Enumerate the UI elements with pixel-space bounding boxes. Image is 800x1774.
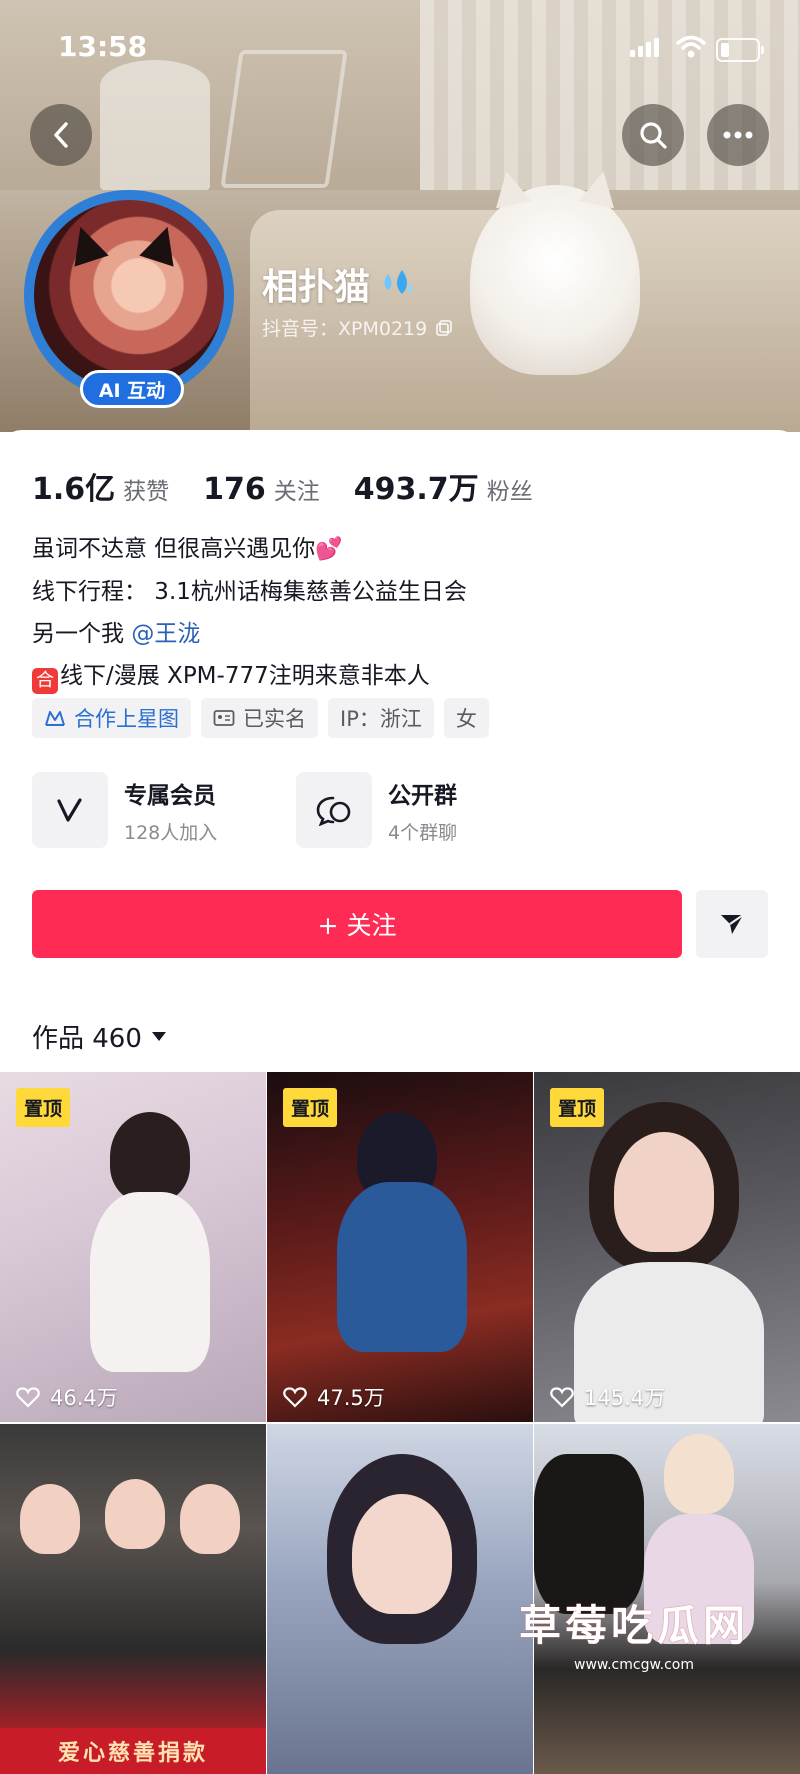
stat-likes-label: 获赞 — [123, 479, 170, 505]
chevron-left-icon — [54, 122, 68, 148]
tag-starmap[interactable]: 合作上星图 — [32, 698, 191, 738]
group-chat-icon — [316, 796, 351, 826]
video-tile[interactable]: 置顶 46.4万 — [0, 1072, 266, 1422]
site-watermark: 草莓吃瓜网 www.cmcgw.com — [504, 1592, 764, 1673]
back-button[interactable] — [30, 104, 92, 166]
id-card-icon — [213, 710, 235, 726]
stat-followers[interactable]: 493.7万 粉丝 — [354, 464, 533, 508]
profile-tags: 合作上星图 已实名 IP：浙江 女 — [32, 698, 489, 738]
douyin-id: 抖音号：XPM0219 — [262, 314, 453, 341]
pinned-badge: 置顶 — [550, 1088, 605, 1127]
feature-group-subtitle: 4个群聊 — [388, 821, 458, 844]
bio-line-3: 另一个我 @王泷 — [32, 621, 201, 647]
search-icon — [640, 122, 667, 149]
video-tile[interactable] — [267, 1424, 533, 1774]
stat-following[interactable]: 176 关注 — [203, 472, 320, 507]
battery-icon — [716, 38, 764, 62]
ai-interact-badge[interactable]: AI 互动 — [80, 370, 184, 408]
stat-following-value: 176 — [203, 472, 266, 507]
pinned-badge: 置顶 — [283, 1088, 338, 1127]
mention-link[interactable]: @王泷 — [131, 621, 200, 647]
feature-membership[interactable]: 专属会员 128人加入 — [32, 772, 268, 848]
wifi-icon — [676, 35, 706, 58]
more-dots-icon — [723, 131, 753, 139]
nickname-text: 相扑猫 — [262, 267, 371, 308]
banner-cat — [470, 185, 640, 375]
watermark-title: 草莓吃瓜网 — [518, 1601, 749, 1650]
profile-nickname: 相扑猫 — [262, 258, 416, 310]
send-arrow-icon — [721, 914, 744, 934]
feature-group-chat[interactable]: 公开群 4个群聊 — [296, 772, 532, 848]
heart-outline-icon — [16, 1387, 40, 1408]
follow-button[interactable]: + 关注 — [32, 890, 682, 958]
profile-stats: 1.6亿 获赞 176 关注 493.7万 粉丝 — [32, 464, 567, 508]
heart-outline-icon — [550, 1387, 574, 1408]
tag-verified-name[interactable]: 已实名 — [201, 698, 318, 738]
status-bar: 13:58 — [0, 24, 800, 74]
heart-outline-icon — [283, 1387, 307, 1408]
avatar[interactable] — [24, 190, 234, 400]
video-tile[interactable]: 置顶 47.5万 — [267, 1072, 533, 1422]
cellular-signal-icon — [630, 38, 659, 57]
profile-features: 专属会员 128人加入 公开群 4个群聊 — [32, 772, 532, 848]
stat-following-label: 关注 — [273, 479, 320, 505]
feature-membership-subtitle: 128人加入 — [124, 821, 218, 844]
pinned-badge: 置顶 — [16, 1088, 71, 1127]
works-tab[interactable]: 作品 460 — [32, 1018, 166, 1055]
sparkling-hearts-icon: 💕 — [315, 537, 343, 562]
works-label: 作品 460 — [32, 1024, 142, 1054]
video-tile[interactable]: 爱心慈善捐款 — [0, 1424, 266, 1774]
stat-followers-value: 493.7万 — [353, 472, 479, 507]
tag-gender: 女 — [443, 698, 489, 738]
douyin-id-text: 抖音号：XPM0219 — [262, 318, 428, 340]
starmap-icon — [45, 711, 65, 726]
profile-bio: 虽词不达意 但很高兴遇见你💕 线下行程： 3.1杭州话梅集慈善公益生日会 另一个… — [32, 528, 467, 697]
stat-likes-value: 1.6亿 — [32, 472, 116, 507]
caret-down-icon — [151, 1032, 166, 1041]
more-button[interactable] — [707, 104, 769, 166]
stat-likes[interactable]: 1.6亿 获赞 — [32, 464, 169, 508]
status-time: 13:58 — [58, 30, 148, 63]
feature-group-title: 公开群 — [388, 782, 457, 809]
he-character-icon: 合 — [32, 668, 58, 694]
video-likes: 145.4万 — [550, 1382, 665, 1412]
tag-ip-location: IP：浙江 — [328, 698, 434, 738]
watermark-url: www.cmcgw.com — [574, 1657, 694, 1673]
sweat-drops-icon — [384, 270, 413, 294]
video-likes: 46.4万 — [16, 1382, 118, 1412]
copy-icon[interactable] — [435, 319, 453, 337]
feature-membership-title: 专属会员 — [124, 782, 216, 809]
charity-caption: 爱心慈善捐款 — [0, 1728, 266, 1774]
stat-followers-label: 粉丝 — [486, 479, 533, 505]
bio-line-4: 合线下/漫展 XPM-777注明来意非本人 — [32, 655, 467, 697]
avatar-image — [34, 200, 224, 390]
bio-line-2: 线下行程： 3.1杭州话梅集慈善公益生日会 — [32, 579, 467, 605]
banner-table — [100, 60, 210, 190]
share-button[interactable] — [696, 890, 768, 958]
profile-card: 1.6亿 获赞 176 关注 493.7万 粉丝 虽词不达意 但很高兴遇见你💕 … — [0, 430, 800, 1774]
search-button[interactable] — [622, 104, 684, 166]
video-likes: 47.5万 — [283, 1382, 385, 1412]
membership-v-icon — [57, 798, 82, 822]
video-tile[interactable]: 置顶 145.4万 — [534, 1072, 800, 1422]
bio-line-1: 虽词不达意 但很高兴遇见你💕 — [32, 528, 467, 571]
